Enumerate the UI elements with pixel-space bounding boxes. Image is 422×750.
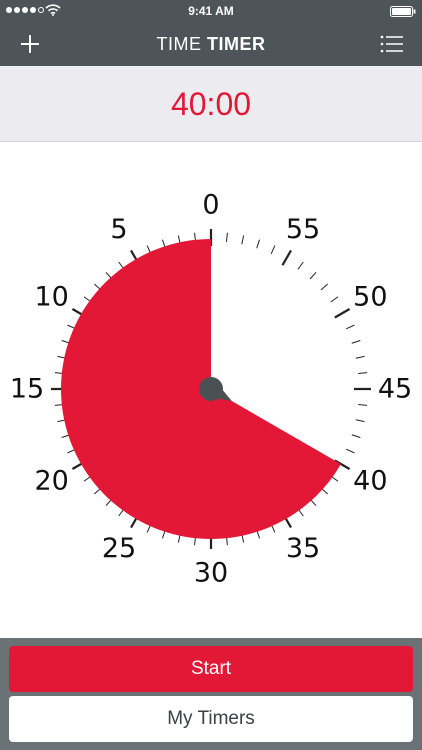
time-display: 40:00 [0, 66, 422, 142]
nav-bar: TIME TIMER [0, 22, 422, 66]
minor-tick [355, 355, 365, 359]
dial-label-15: 15 [10, 374, 44, 405]
dial-label-25: 25 [102, 533, 136, 564]
status-bar: 9:41 AM [0, 0, 422, 22]
app-title: TIME TIMER [0, 34, 422, 55]
dial-label-20: 20 [34, 466, 68, 497]
timer-dial[interactable]: 0 5 10 15 20 25 30 35 40 45 50 55 [0, 142, 422, 638]
status-time: 9:41 AM [188, 4, 234, 18]
minor-tick [270, 245, 276, 254]
list-icon[interactable] [380, 34, 404, 54]
dial-label-40: 40 [353, 466, 387, 497]
bottom-bar: Start My Timers [0, 638, 422, 750]
minor-tick [320, 283, 329, 291]
dial-label-55: 55 [286, 214, 320, 245]
minor-tick [358, 403, 368, 406]
battery-icon [390, 6, 416, 17]
time-timer-app: 9:41 AM TIME TIMER 40:00 0 5 10 15 20 25 30 35 4… [0, 0, 422, 750]
start-button[interactable]: Start [9, 646, 413, 692]
my-timers-button[interactable]: My Timers [9, 696, 413, 742]
dial-label-30: 30 [194, 558, 228, 589]
minor-tick [256, 239, 260, 249]
major-tick [334, 308, 351, 319]
minor-tick [297, 261, 304, 270]
minor-tick [355, 419, 365, 423]
app-title-bold: TIMER [207, 34, 266, 54]
dial-label-5: 5 [110, 214, 127, 245]
minor-tick [225, 232, 228, 242]
minor-tick [330, 296, 339, 303]
minor-tick [309, 271, 317, 280]
minor-tick [351, 434, 361, 438]
minor-tick [358, 372, 368, 375]
dial-label-10: 10 [34, 282, 68, 313]
dial-label-50: 50 [353, 282, 387, 313]
center-knob[interactable] [199, 377, 223, 401]
dial-label-45: 45 [378, 374, 412, 405]
minor-tick [346, 324, 355, 330]
minor-tick [346, 448, 355, 454]
minor-tick [351, 340, 361, 344]
time-remaining: 40:00 [170, 86, 252, 122]
dial-label-35: 35 [286, 533, 320, 564]
app-title-light: TIME [156, 34, 207, 54]
timer-dial-area[interactable]: 0 5 10 15 20 25 30 35 40 45 50 55 [0, 142, 422, 638]
major-tick [281, 249, 292, 266]
minor-tick [241, 235, 245, 245]
dial-label-0: 0 [202, 190, 219, 221]
